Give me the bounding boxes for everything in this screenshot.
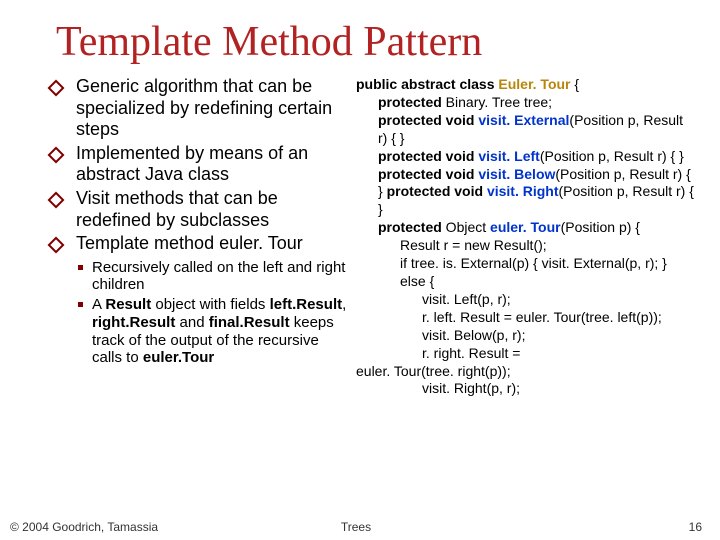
code-line: euler. Tour(tree. right(p));: [356, 363, 511, 379]
sub-bullet-item: Recursively called on the left and right…: [56, 259, 350, 294]
slide-body: Generic algorithm that can be specialize…: [56, 76, 696, 398]
code-method: visit. Right: [487, 183, 559, 199]
code-kw: public abstract class: [356, 76, 498, 92]
code-line: protected Object euler. Tour(Position p)…: [356, 219, 696, 237]
bullet-item: Generic algorithm that can be specialize…: [56, 76, 350, 141]
code-line: visit. Right(p, r);: [356, 380, 696, 398]
bullet-item: Template method euler. Tour: [56, 233, 350, 255]
code-text: Binary. Tree tree;: [442, 94, 552, 110]
code-kw: protected void: [378, 148, 478, 164]
code-text: (Position p) {: [561, 219, 640, 235]
code-line: visit. Below(p, r);: [356, 327, 696, 345]
code-line: protected Binary. Tree tree;: [356, 94, 696, 112]
bullet-item: Visit methods that can be redefined by s…: [56, 188, 350, 231]
sub-bullet-text: A Result object with fields left.Result,…: [92, 296, 346, 366]
code-line: r. left. Result = euler. Tour(tree. left…: [356, 309, 696, 327]
code-line: Result r = new Result();: [356, 237, 696, 255]
code-kw: protected void: [378, 166, 478, 182]
code-kw: protected void: [387, 183, 487, 199]
code-method: visit. External: [478, 112, 569, 128]
footer: © 2004 Goodrich, Tamassia Trees 16: [10, 520, 702, 534]
code-method: visit. Left: [478, 148, 539, 164]
slide-title: Template Method Pattern: [56, 18, 696, 66]
code-line: visit. Left(p, r);: [356, 291, 696, 309]
code-line: if tree. is. External(p) { visit. Extern…: [356, 255, 696, 273]
code-line: protected void visit. External(Position …: [356, 112, 696, 148]
slide: Template Method Pattern Generic algorith…: [0, 0, 720, 540]
code-line: protected void visit. Below(Position p, …: [356, 166, 696, 220]
footer-center: Trees: [10, 520, 702, 534]
code-kw: protected: [378, 219, 442, 235]
left-column: Generic algorithm that can be specialize…: [56, 76, 350, 398]
code-method: visit. Below: [478, 166, 555, 182]
bullet-item: Implemented by means of an abstract Java…: [56, 143, 350, 186]
sub-bullet-list: Recursively called on the left and right…: [56, 259, 350, 367]
code-method: euler. Tour: [490, 219, 561, 235]
code-line: else {: [356, 273, 696, 291]
code-kw: protected void: [378, 112, 478, 128]
code-text: {: [571, 76, 580, 92]
code-kw: protected: [378, 94, 442, 110]
code-block: public abstract class Euler. Tour { prot…: [356, 76, 696, 398]
code-line: protected void visit. Left(Position p, R…: [356, 148, 696, 166]
code-text: (Position p, Result r) { }: [540, 148, 684, 164]
code-line: public abstract class Euler. Tour {: [356, 76, 696, 94]
code-text: Object: [442, 219, 490, 235]
sub-bullet-item: A Result object with fields left.Result,…: [56, 296, 350, 367]
code-class: Euler. Tour: [498, 76, 570, 92]
code-line: r. right. Result =: [356, 345, 696, 363]
bullet-list: Generic algorithm that can be specialize…: [56, 76, 350, 255]
